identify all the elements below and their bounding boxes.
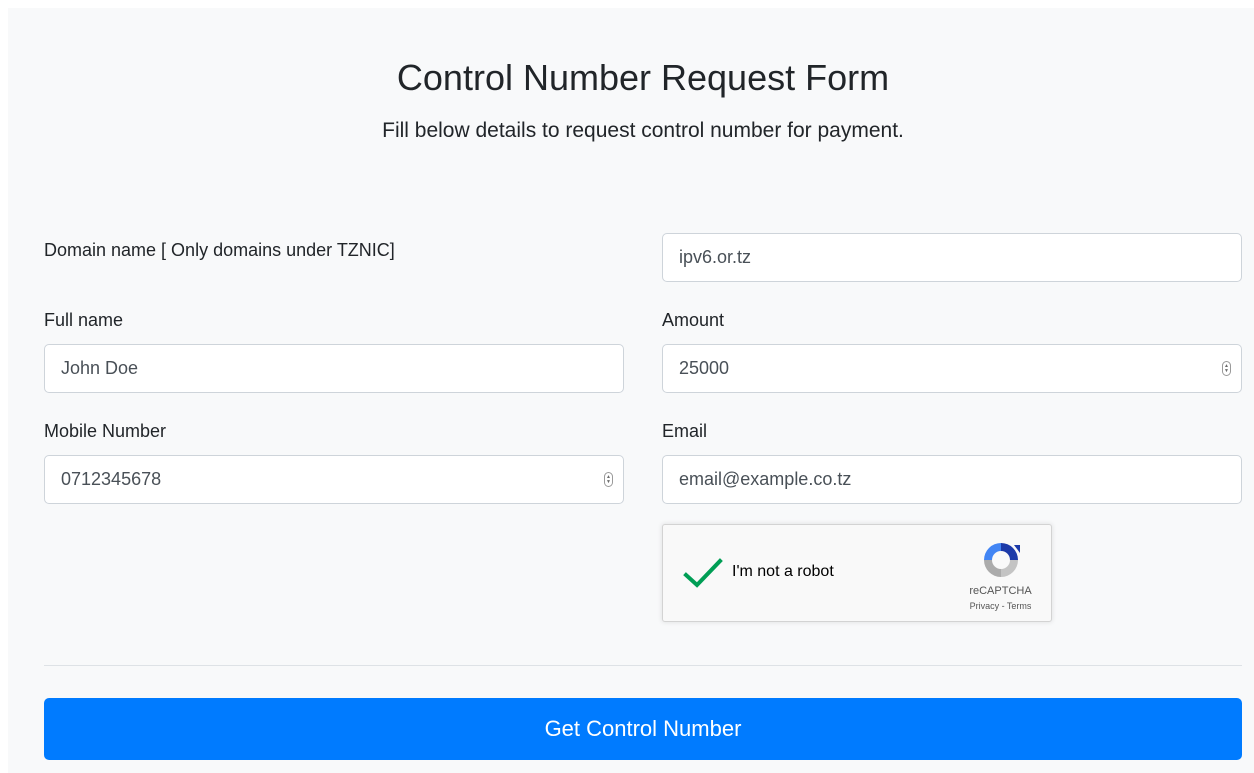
mobile-input[interactable]: 0712345678 ▲ ▼ xyxy=(44,455,624,504)
mobile-stepper-icon[interactable]: ▲ ▼ xyxy=(604,472,613,487)
recaptcha-label: I'm not a robot xyxy=(732,563,834,580)
domain-input[interactable]: ipv6.or.tz xyxy=(662,233,1242,282)
domain-input-value: ipv6.or.tz xyxy=(679,247,752,267)
recaptcha-logo-icon xyxy=(984,543,1020,577)
email-input-value: email@example.co.tz xyxy=(679,469,852,489)
mobile-label: Mobile Number xyxy=(44,421,167,441)
recaptcha-brand: reCAPTCHA xyxy=(969,585,1032,597)
full-name-input-value: John Doe xyxy=(61,358,139,378)
mobile-input-value: 0712345678 xyxy=(61,469,162,489)
email-label: Email xyxy=(662,421,708,441)
full-name-label: Full name xyxy=(44,310,124,330)
checkmark-icon[interactable] xyxy=(683,553,723,593)
amount-stepper-icon[interactable]: ▲ ▼ xyxy=(1222,361,1231,376)
recaptcha-widget: I'm not a robot reCAPTCHA Privacy - Term… xyxy=(662,524,1052,622)
amount-input[interactable]: 25000 ▲ ▼ xyxy=(662,344,1242,393)
email-input[interactable]: email@example.co.tz xyxy=(662,455,1242,504)
amount-label: Amount xyxy=(662,310,725,330)
get-control-number-button[interactable]: Get Control Number xyxy=(44,698,1242,760)
page-title: Control Number Request Form xyxy=(396,57,890,98)
full-name-input[interactable]: John Doe xyxy=(44,344,624,393)
page-subtitle: Fill below details to request control nu… xyxy=(382,119,904,142)
recaptcha-privacy-terms-link[interactable]: Privacy - Terms xyxy=(943,601,1058,611)
amount-input-value: 25000 xyxy=(679,358,730,378)
domain-label: Domain name [ Only domains under TZNIC] xyxy=(44,240,395,260)
form-divider xyxy=(44,665,1242,666)
